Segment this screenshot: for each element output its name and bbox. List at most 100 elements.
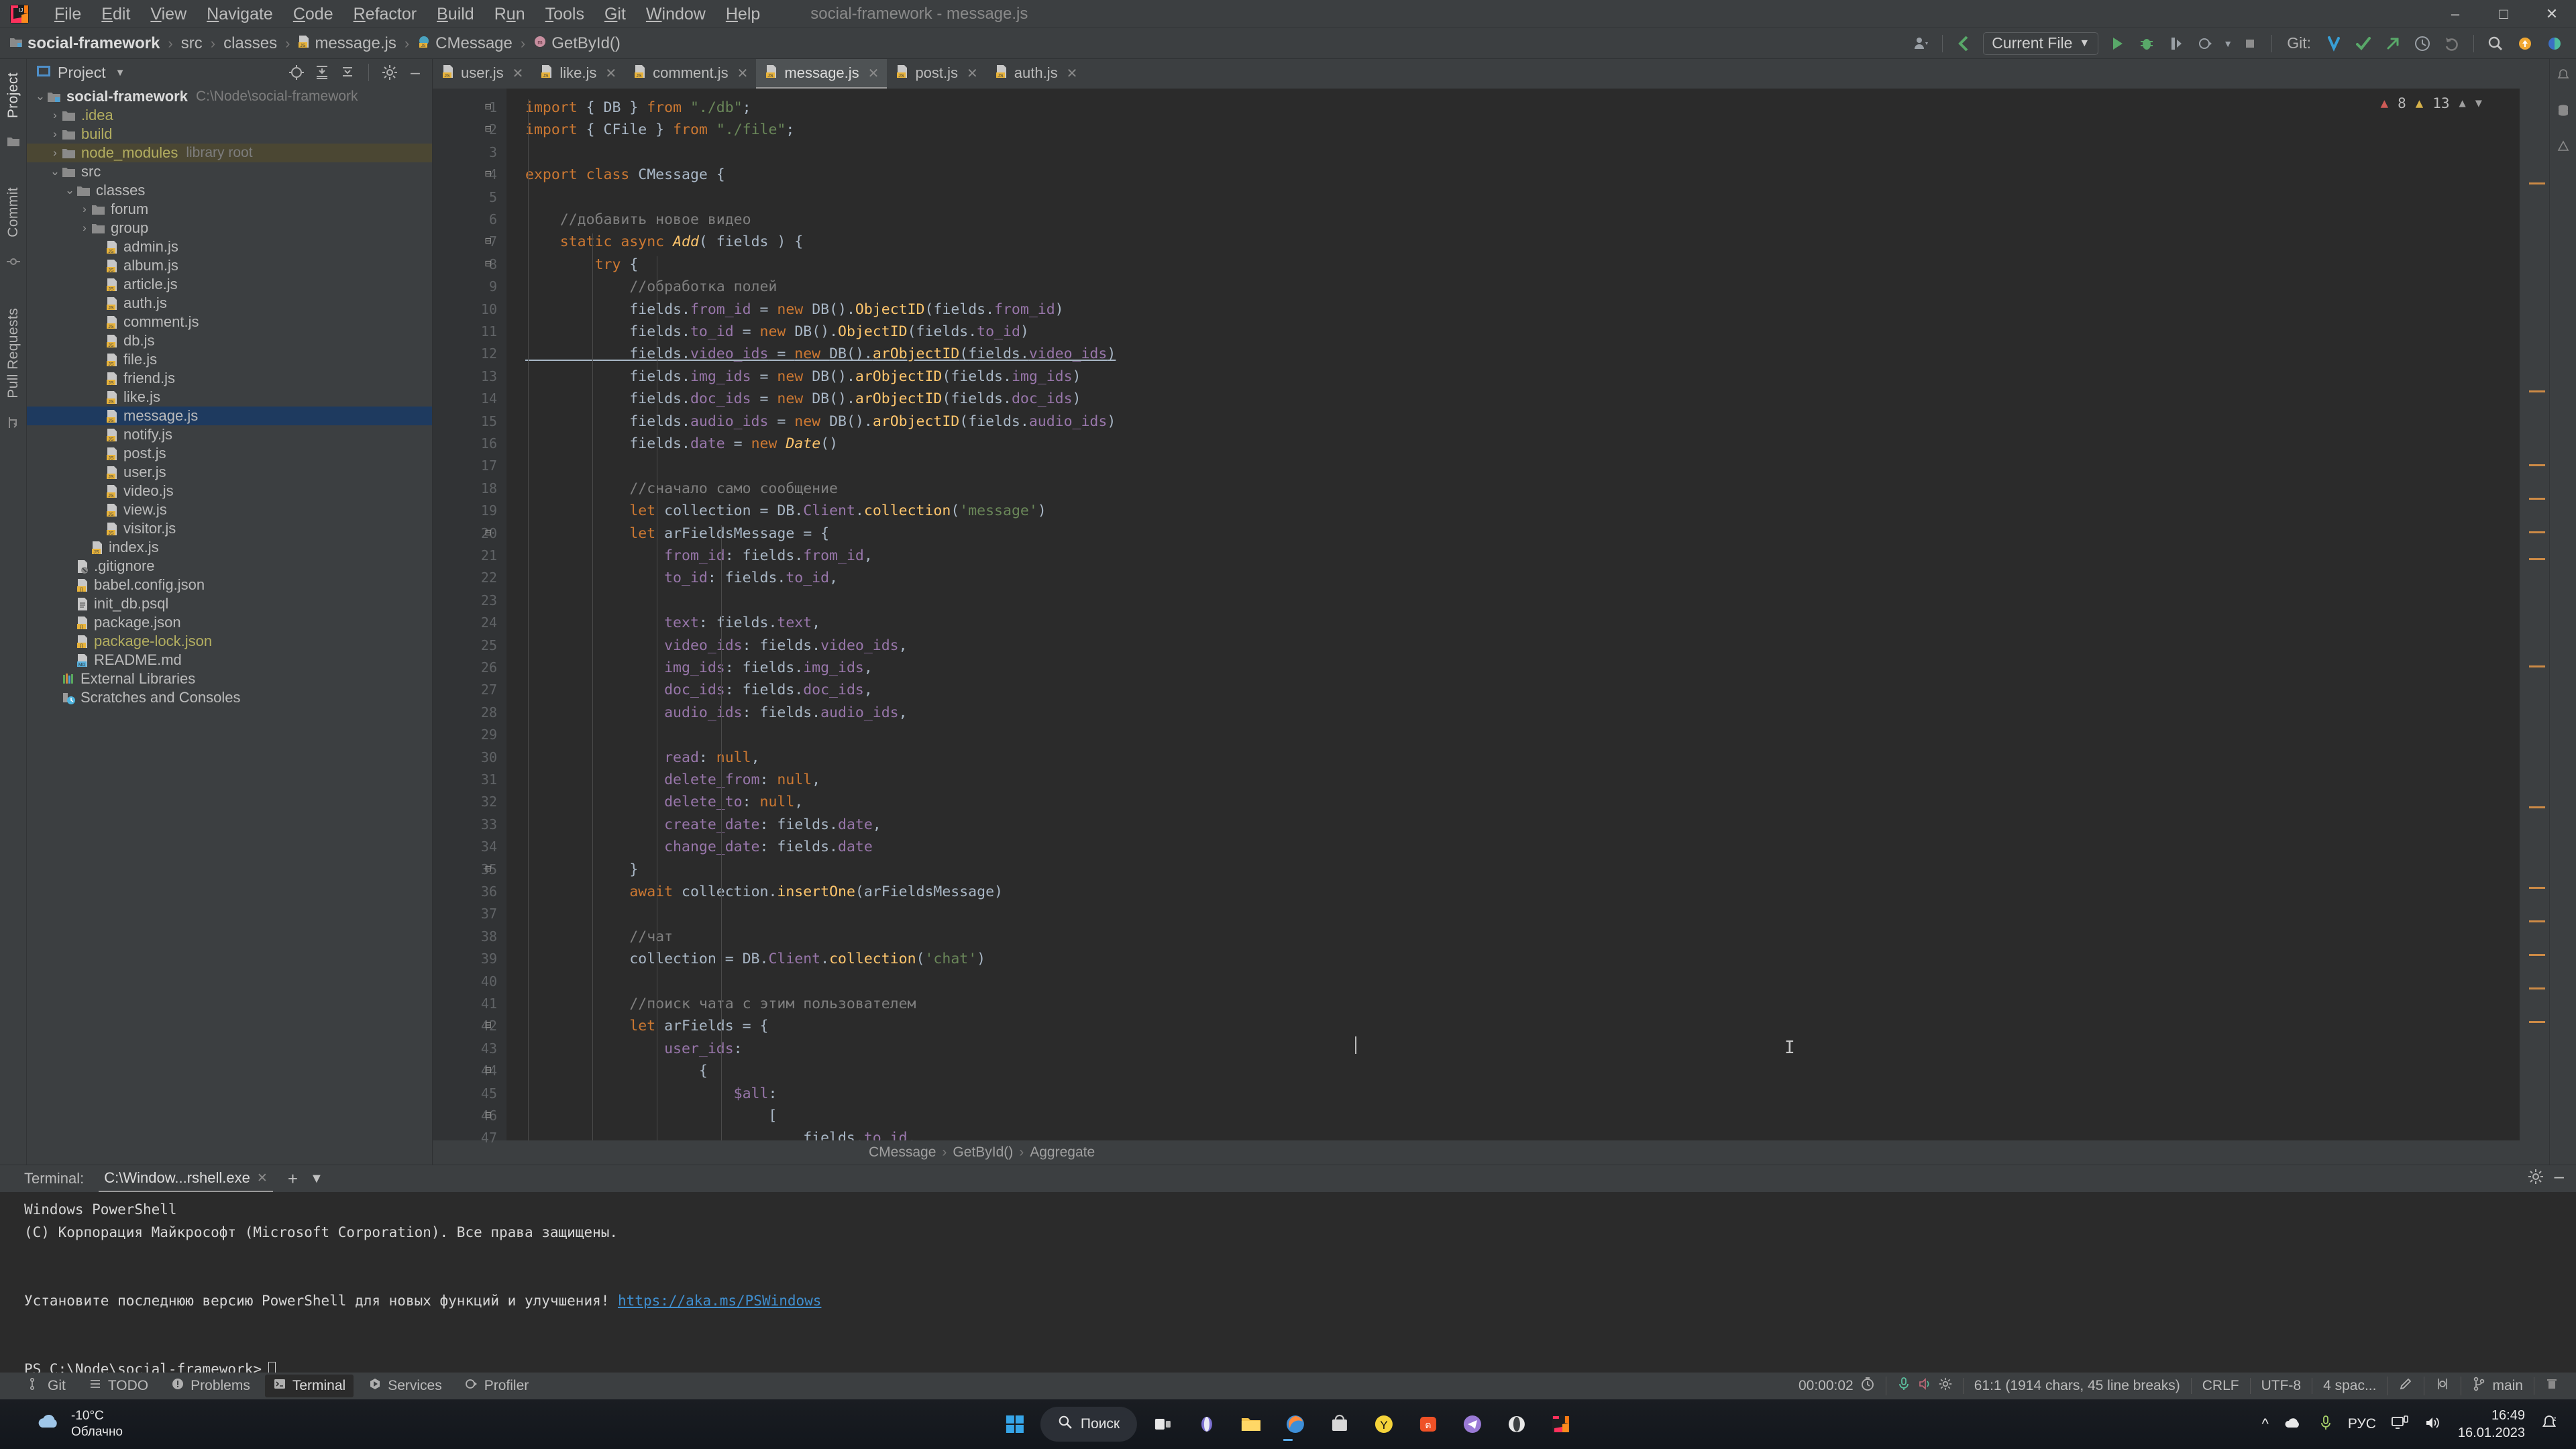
expand-all-icon[interactable] <box>311 61 333 84</box>
plus-icon[interactable]: + <box>288 1169 298 1189</box>
tree-item-album.js[interactable]: JS album.js <box>27 256 432 275</box>
breadcrumb-item-getbyid[interactable]: m GetById() <box>533 34 621 53</box>
tree-item-.idea[interactable]: › .idea <box>27 106 432 125</box>
menu-item-git[interactable]: Git <box>594 0 636 28</box>
status-tab-profiler[interactable]: Profiler <box>457 1375 537 1397</box>
chevron-right-icon[interactable]: › <box>48 146 62 160</box>
close-icon[interactable]: ✕ <box>257 1171 268 1186</box>
profiler-icon[interactable] <box>1906 30 1935 57</box>
editor-tab-messagejs[interactable]: JS message.js ✕ <box>756 59 888 89</box>
editor-code[interactable]: ▲ 8 ▲ 13 ▲ ▼ I import { DB } from "./db"… <box>506 89 2520 1140</box>
fold-marker-icon[interactable]: ⊟ <box>485 526 492 539</box>
run-icon[interactable] <box>2102 30 2132 57</box>
gear-icon[interactable] <box>2528 1169 2544 1189</box>
tree-item-visitor.js[interactable]: JS visitor.js <box>27 519 432 538</box>
yandex-icon[interactable]: Y <box>1365 1405 1403 1443</box>
chevron-down-icon[interactable]: ▼ <box>310 1171 323 1187</box>
tree-item-src[interactable]: ⌄ src <box>27 162 432 181</box>
microphone-icon[interactable] <box>2318 1414 2333 1435</box>
run-configuration-selector[interactable]: Current File ▼ <box>1983 32 2099 55</box>
tree-item-friend.js[interactable]: JS friend.js <box>27 369 432 388</box>
code-marker[interactable] <box>2529 498 2545 500</box>
terminal-link[interactable]: https://aka.ms/PSWindows <box>618 1293 821 1309</box>
code-marker[interactable] <box>2529 806 2545 808</box>
tree-item-video.js[interactable]: JS video.js <box>27 482 432 500</box>
language-indicator[interactable]: РУС <box>2348 1416 2376 1432</box>
tree-item-user.js[interactable]: JS user.js <box>27 463 432 482</box>
file-explorer-icon[interactable] <box>1232 1405 1270 1443</box>
tree-item-admin.js[interactable]: JS admin.js <box>27 237 432 256</box>
opera-icon[interactable] <box>1498 1405 1536 1443</box>
volume-icon[interactable] <box>2424 1415 2443 1434</box>
editor-tab-likejs[interactable]: JS like.js ✕ <box>531 59 625 89</box>
sidebar-item-commit[interactable]: Commit <box>5 179 21 246</box>
fold-marker-icon[interactable]: ⊟ <box>485 1108 492 1121</box>
code-marker[interactable] <box>2529 920 2545 922</box>
telegram-icon[interactable] <box>1454 1405 1491 1443</box>
maximize-button[interactable]: □ <box>2479 0 2528 28</box>
minimize-icon[interactable]: – <box>2555 1167 2564 1189</box>
history-icon[interactable] <box>2408 30 2437 57</box>
tree-item-package-lock.json[interactable]: {} package-lock.json <box>27 632 432 651</box>
editor-breadcrumb-getbyid[interactable]: GetById() <box>953 1144 1013 1161</box>
chevron-right-icon[interactable]: › <box>48 109 62 122</box>
collapse-all-icon[interactable] <box>336 61 359 84</box>
breadcrumb-item-classes[interactable]: classes <box>223 34 277 53</box>
chevron-right-icon[interactable]: › <box>78 221 91 235</box>
fold-marker-icon[interactable]: ⊟ <box>485 122 492 135</box>
chevron-down-icon[interactable]: ⌄ <box>34 90 47 103</box>
task-view-icon[interactable] <box>1144 1405 1181 1443</box>
chevron-down-icon[interactable]: ⌄ <box>48 165 62 178</box>
notifications-bell-icon[interactable]: z <box>2540 1413 2559 1436</box>
code-marker[interactable] <box>2529 531 2545 533</box>
chevron-down-icon[interactable]: ▼ <box>115 67 125 78</box>
back-arrow-icon[interactable] <box>1949 30 1979 57</box>
close-button[interactable]: ✕ <box>2528 0 2576 28</box>
git-push-icon[interactable] <box>2378 30 2408 57</box>
chevron-up-icon[interactable]: ▲ <box>2459 97 2466 110</box>
tree-item-.gitignore[interactable]: .gitignore <box>27 557 432 576</box>
tree-item-classes[interactable]: ⌄ classes <box>27 181 432 200</box>
editor-breadcrumb-cmessage[interactable]: CMessage <box>869 1144 936 1161</box>
menu-item-navigate[interactable]: Navigate <box>197 0 283 28</box>
editor-breadcrumbs[interactable]: CMessage › GetById() › Aggregate <box>433 1140 2549 1165</box>
status-tab-git[interactable]: Git <box>20 1375 74 1397</box>
intellij-idea-taskbar-icon[interactable] <box>1283 1405 1580 1443</box>
tree-item-auth.js[interactable]: JS auth.js <box>27 294 432 313</box>
code-marker[interactable] <box>2529 464 2545 466</box>
terminal-output[interactable]: Windows PowerShell (C) Корпорация Майкрос… <box>0 1192 2576 1373</box>
tree-item-package.json[interactable]: {} package.json <box>27 613 432 632</box>
menu-item-run[interactable]: Run <box>484 0 535 28</box>
tree-item-view.js[interactable]: JS view.js <box>27 500 432 519</box>
search-everywhere-icon[interactable] <box>2481 30 2510 57</box>
widgets-icon[interactable] <box>1188 1405 1293 1443</box>
breadcrumb-item-src[interactable]: src <box>181 34 203 53</box>
fold-marker-icon[interactable]: ⊟ <box>485 1018 492 1031</box>
stop-icon[interactable] <box>2235 30 2265 57</box>
tree-item-db.js[interactable]: JS db.js <box>27 331 432 350</box>
microphone-widget[interactable] <box>1885 1377 1963 1395</box>
git-update-icon[interactable] <box>2319 30 2349 57</box>
fold-marker-icon[interactable]: ⊟ <box>485 257 492 270</box>
code-marker[interactable] <box>2529 558 2545 560</box>
tree-item-build[interactable]: › build <box>27 125 432 144</box>
notifications-icon[interactable] <box>2510 30 2540 57</box>
tree-item-group[interactable]: › group <box>27 219 432 237</box>
inspection-widget[interactable]: ▲ 8 ▲ 13 ▲ ▼ <box>2381 95 2482 111</box>
editor-gutter[interactable]: 1 ⊟ 2 ⊟ 3 4 ⊟ 5 6 7 ⊟ 8 ⊟ 9 10 11 12 13 14 15 16 17 18 19 20 ⊟ 21 2… <box>433 89 506 1146</box>
tree-item-article.js[interactable]: JS article.js <box>27 275 432 294</box>
menu-item-window[interactable]: Window <box>636 0 716 28</box>
fold-marker-icon[interactable]: ⊟ <box>485 167 492 180</box>
chevron-down-icon[interactable]: ▼ <box>2475 97 2482 110</box>
tree-item-babel.config.json[interactable]: {} babel.config.json <box>27 576 432 594</box>
code-marker[interactable] <box>2529 182 2545 184</box>
tree-item-readme.md[interactable]: MD README.md <box>27 651 432 669</box>
line-separator[interactable]: CRLF <box>2190 1378 2250 1394</box>
maven-icon[interactable] <box>2557 140 2570 156</box>
hide-panel-icon[interactable]: – <box>404 61 427 84</box>
firefox-icon[interactable] <box>1277 1405 1314 1443</box>
editor-breadcrumb-aggregate[interactable]: Aggregate <box>1030 1144 1095 1161</box>
onedrive-icon[interactable] <box>2284 1415 2304 1434</box>
tree-item-message.js[interactable]: JS message.js <box>27 407 432 425</box>
taskbar-search[interactable]: Поиск <box>1040 1407 1138 1442</box>
